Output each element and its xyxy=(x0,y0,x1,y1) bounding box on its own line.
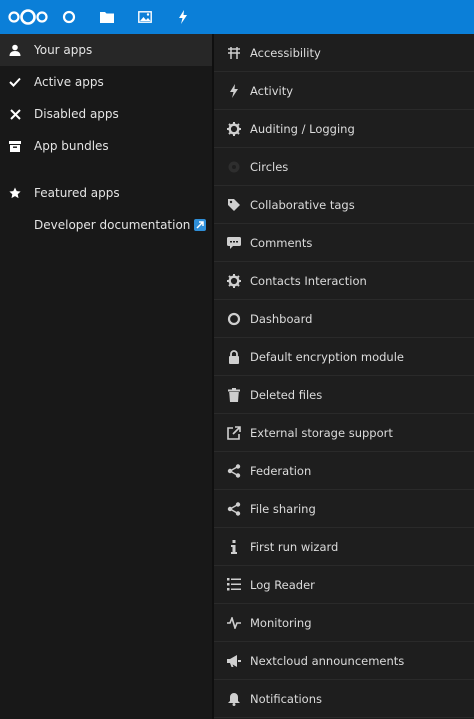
comment-icon xyxy=(226,235,242,251)
circles-icon xyxy=(226,159,242,175)
activity-icon xyxy=(226,83,242,99)
header-bar xyxy=(0,0,474,34)
sidebar-item-label: App bundles xyxy=(34,139,109,153)
close-icon xyxy=(8,107,22,121)
app-row-comments[interactable]: Comments xyxy=(214,224,474,262)
app-row-collaborative-tags[interactable]: Collaborative tags xyxy=(214,186,474,224)
app-row-auditing-logging[interactable]: Auditing / Logging xyxy=(214,110,474,148)
app-name: Deleted files xyxy=(250,387,323,402)
dashboard-icon xyxy=(226,311,242,327)
app-name: Collaborative tags xyxy=(250,197,355,212)
sidebar-item-disabled-apps[interactable]: Disabled apps xyxy=(0,98,212,130)
sidebar-item-label: Active apps xyxy=(34,75,104,89)
sidebar-item-label: Developer documentation xyxy=(34,218,191,232)
app-name: File sharing xyxy=(250,501,316,516)
lock-icon xyxy=(226,349,242,365)
megaphone-icon xyxy=(226,653,242,669)
sidebar-item-developer-documentation[interactable]: Developer documentation xyxy=(0,209,212,241)
share-icon xyxy=(226,463,242,479)
app-row-default-encryption-module[interactable]: Default encryption module xyxy=(214,338,474,376)
pulse-icon xyxy=(226,615,242,631)
app-name: Accessibility xyxy=(250,45,321,60)
sidebar-item-featured-apps[interactable]: Featured apps xyxy=(0,177,212,209)
app-name: Activity xyxy=(250,83,294,98)
app-row-activity[interactable]: Activity xyxy=(214,72,474,110)
app-name: Nextcloud announcements xyxy=(250,653,405,668)
archive-icon xyxy=(8,139,22,153)
sidebar-item-your-apps[interactable]: Your apps xyxy=(0,34,212,66)
app-row-file-sharing[interactable]: File sharing xyxy=(214,490,474,528)
app-name: External storage support xyxy=(250,425,393,440)
sidebar-item-active-apps[interactable]: Active apps xyxy=(0,66,212,98)
app-name: Circles xyxy=(250,159,289,174)
list-icon xyxy=(226,577,242,593)
trash-icon xyxy=(226,387,242,403)
user-icon xyxy=(8,43,22,57)
activity-icon[interactable] xyxy=(164,0,202,34)
app-name: Comments xyxy=(250,235,313,250)
share-icon xyxy=(226,501,242,517)
app-name: Auditing / Logging xyxy=(250,121,355,136)
external-link-icon xyxy=(194,219,207,231)
app-row-nextcloud-announcements[interactable]: Nextcloud announcements xyxy=(214,642,474,680)
gear-icon xyxy=(226,273,242,289)
photos-icon[interactable] xyxy=(126,0,164,34)
app-row-contacts-interaction[interactable]: Contacts Interaction xyxy=(214,262,474,300)
tag-icon xyxy=(226,197,242,213)
sidebar-item-app-bundles[interactable]: App bundles xyxy=(0,130,212,162)
sidebar-item-label: Disabled apps xyxy=(34,107,119,121)
app-sidebar: Your apps Active apps Disabled apps App … xyxy=(0,34,212,719)
app-row-notifications[interactable]: Notifications xyxy=(214,680,474,718)
app-name: Dashboard xyxy=(250,311,313,326)
app-name: Monitoring xyxy=(250,615,312,630)
nextcloud-logo[interactable] xyxy=(8,0,50,34)
sidebar-item-label: Your apps xyxy=(34,43,93,57)
app-row-deleted-files[interactable]: Deleted files xyxy=(214,376,474,414)
accessibility-icon xyxy=(226,45,242,61)
check-icon xyxy=(8,75,22,89)
dashboard-icon[interactable] xyxy=(50,0,88,34)
app-row-federation[interactable]: Federation xyxy=(214,452,474,490)
app-row-circles[interactable]: Circles xyxy=(214,148,474,186)
app-row-dashboard[interactable]: Dashboard xyxy=(214,300,474,338)
app-row-accessibility[interactable]: Accessibility xyxy=(214,34,474,72)
app-name: Default encryption module xyxy=(250,349,404,364)
app-name: First run wizard xyxy=(250,539,339,554)
blank-icon-slot xyxy=(8,218,22,232)
gear-icon xyxy=(226,121,242,137)
bell-icon xyxy=(226,691,242,707)
sidebar-item-label: Featured apps xyxy=(34,186,120,200)
external-icon xyxy=(226,425,242,441)
app-name: Federation xyxy=(250,463,312,478)
star-icon xyxy=(8,186,22,200)
app-name: Notifications xyxy=(250,691,322,706)
app-row-first-run-wizard[interactable]: First run wizard xyxy=(214,528,474,566)
app-name: Contacts Interaction xyxy=(250,273,367,288)
info-icon xyxy=(226,539,242,555)
app-row-log-reader[interactable]: Log Reader xyxy=(214,566,474,604)
app-name: Log Reader xyxy=(250,577,315,592)
app-list: Accessibility Activity Auditing / Loggin… xyxy=(214,34,474,719)
app-row-external-storage-support[interactable]: External storage support xyxy=(214,414,474,452)
files-icon[interactable] xyxy=(88,0,126,34)
app-row-monitoring[interactable]: Monitoring xyxy=(214,604,474,642)
